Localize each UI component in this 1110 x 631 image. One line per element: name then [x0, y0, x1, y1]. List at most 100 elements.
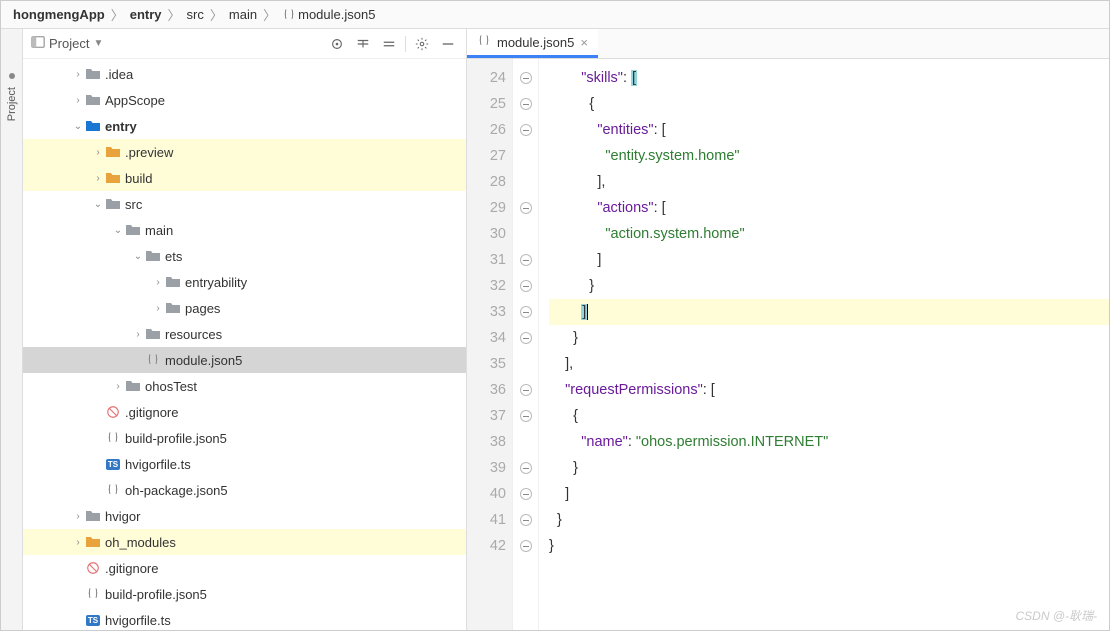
chevron-right-icon[interactable]: › [71, 69, 85, 80]
code-line[interactable]: "action.system.home" [549, 221, 1109, 247]
tree-item[interactable]: build-profile.json5 [23, 425, 466, 451]
code-line[interactable]: } [549, 533, 1109, 559]
tree-item[interactable]: ›.preview [23, 139, 466, 165]
code-content[interactable]: "skills": [ { "entities": [ "entity.syst… [539, 59, 1109, 630]
tree-item-label: .gitignore [125, 405, 178, 420]
file-ts-icon: TS [85, 612, 101, 628]
code-line[interactable]: } [549, 325, 1109, 351]
tree-item-label: entry [105, 119, 137, 134]
code-line[interactable]: ], [549, 169, 1109, 195]
tree-item[interactable]: oh-package.json5 [23, 477, 466, 503]
file-ts-icon: TS [105, 456, 121, 472]
breadcrumb-item[interactable]: src [183, 7, 208, 22]
fold-marker[interactable] [520, 98, 532, 110]
settings-button[interactable] [412, 34, 432, 54]
tree-item[interactable]: › build [23, 165, 466, 191]
project-view-icon [31, 35, 45, 52]
sidebar-title[interactable]: Project ▼ [31, 35, 321, 52]
chevron-right-icon[interactable]: › [111, 381, 125, 392]
tree-item[interactable]: ⌄src [23, 191, 466, 217]
code-line[interactable]: } [549, 455, 1109, 481]
chevron-right-icon[interactable]: › [71, 537, 85, 548]
fold-marker[interactable] [520, 514, 532, 526]
fold-marker[interactable] [520, 332, 532, 344]
code-line[interactable]: { [549, 91, 1109, 117]
tree-item[interactable]: ›pages [23, 295, 466, 321]
breadcrumb-separator: 〉 [210, 5, 223, 24]
editor-tab[interactable]: module.json5 × [467, 29, 598, 58]
fold-marker[interactable] [520, 306, 532, 318]
chevron-right-icon[interactable]: › [91, 147, 105, 158]
tree-item[interactable]: ›ohosTest [23, 373, 466, 399]
fold-marker[interactable] [520, 488, 532, 500]
code-editor[interactable]: 24252627282930313233343536373839404142 "… [467, 59, 1109, 630]
chevron-down-icon[interactable]: ⌄ [71, 121, 85, 132]
expand-all-button[interactable] [353, 34, 373, 54]
tree-item[interactable]: .gitignore [23, 555, 466, 581]
code-line[interactable]: ] [549, 247, 1109, 273]
code-line[interactable]: "entities": [ [549, 117, 1109, 143]
project-tool-tab[interactable]: Project [4, 79, 20, 129]
chevron-right-icon[interactable]: › [71, 95, 85, 106]
tree-item[interactable]: ⌄ets [23, 243, 466, 269]
folder-blue-icon [85, 118, 101, 134]
tree-item[interactable]: module.json5 [23, 347, 466, 373]
tree-item[interactable]: build-profile.json5 [23, 581, 466, 607]
tree-item[interactable]: .gitignore [23, 399, 466, 425]
code-line[interactable]: "actions": [ [549, 195, 1109, 221]
tree-item[interactable]: ⌄ entry [23, 113, 466, 139]
tree-item[interactable]: ›entryability [23, 269, 466, 295]
chevron-down-icon[interactable]: ⌄ [91, 199, 105, 210]
chevron-right-icon[interactable]: › [151, 277, 165, 288]
code-line[interactable]: ], [549, 351, 1109, 377]
breadcrumb-item[interactable]: main [225, 7, 261, 22]
tree-item-label: .idea [105, 67, 133, 82]
hide-button[interactable] [438, 34, 458, 54]
locate-file-button[interactable] [327, 34, 347, 54]
chevron-down-icon: ▼ [93, 38, 103, 49]
fold-marker[interactable] [520, 462, 532, 474]
chevron-right-icon[interactable]: › [71, 511, 85, 522]
code-line[interactable]: } [549, 273, 1109, 299]
code-line[interactable]: ] [549, 481, 1109, 507]
tree-item[interactable]: ›oh_modules [23, 529, 466, 555]
fold-marker[interactable] [520, 280, 532, 292]
chevron-right-icon[interactable]: › [151, 303, 165, 314]
fold-marker[interactable] [520, 202, 532, 214]
chevron-down-icon[interactable]: ⌄ [131, 251, 145, 262]
fold-marker[interactable] [520, 72, 532, 84]
fold-marker[interactable] [520, 254, 532, 266]
chevron-right-icon[interactable]: › [91, 173, 105, 184]
folder-gray-icon [85, 66, 101, 82]
code-line[interactable]: "skills": [ [549, 65, 1109, 91]
fold-marker[interactable] [520, 540, 532, 552]
project-tree[interactable]: ›.idea›AppScope⌄entry›.preview›build⌄src… [23, 59, 466, 630]
tree-item[interactable]: ›hvigor [23, 503, 466, 529]
fold-marker[interactable] [520, 410, 532, 422]
tree-item[interactable]: TShvigorfile.ts [23, 607, 466, 630]
close-tab-button[interactable]: × [580, 35, 588, 50]
code-line[interactable]: "requestPermissions": [ [549, 377, 1109, 403]
folder-gray-icon [145, 248, 161, 264]
fold-marker[interactable] [520, 124, 532, 136]
code-line[interactable]: ] [549, 299, 1109, 325]
tree-item[interactable]: › .idea [23, 61, 466, 87]
code-line[interactable]: { [549, 403, 1109, 429]
tree-item[interactable]: TShvigorfile.ts [23, 451, 466, 477]
chevron-right-icon[interactable]: › [131, 329, 145, 340]
fold-gutter[interactable] [513, 59, 539, 630]
code-line[interactable]: "name": "ohos.permission.INTERNET" [549, 429, 1109, 455]
breadcrumb-item[interactable]: entry [126, 7, 166, 22]
collapse-all-button[interactable] [379, 34, 399, 54]
breadcrumb-item[interactable]: hongmengApp [9, 7, 109, 22]
code-line[interactable]: "entity.system.home" [549, 143, 1109, 169]
tree-item-label: build [125, 171, 152, 186]
tree-item[interactable]: ›AppScope [23, 87, 466, 113]
tree-item[interactable]: ⌄main [23, 217, 466, 243]
project-sidebar: Project ▼ ›.id [23, 29, 467, 630]
code-line[interactable]: } [549, 507, 1109, 533]
tree-item[interactable]: ›resources [23, 321, 466, 347]
breadcrumb-item[interactable]: module.json5 [278, 7, 379, 23]
chevron-down-icon[interactable]: ⌄ [111, 225, 125, 236]
fold-marker[interactable] [520, 384, 532, 396]
